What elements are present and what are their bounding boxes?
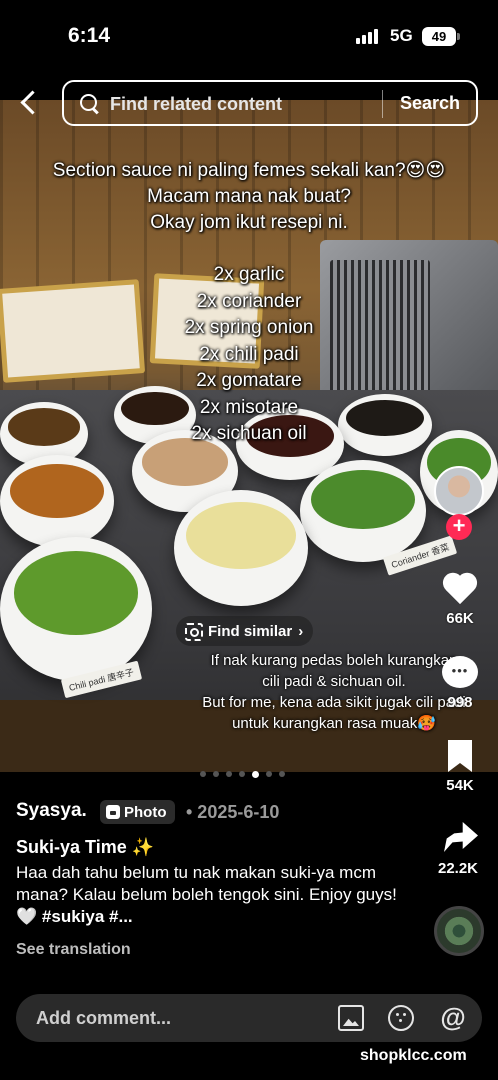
search-input[interactable]	[110, 92, 370, 116]
sauce-bowl	[300, 460, 426, 562]
share-icon[interactable]	[440, 820, 480, 856]
battery-icon: 49	[422, 27, 456, 46]
recipe-item: 2x sichuan oil	[191, 423, 307, 444]
sauce-bowl	[0, 455, 114, 547]
like-count: 66K	[446, 610, 474, 627]
recipe-item: 2x gomatare	[196, 370, 302, 391]
overlay-line: Section sauce ni paling femes sekali kan…	[52, 160, 446, 181]
carousel-dot	[226, 771, 232, 777]
sauce-bowl	[0, 537, 152, 681]
mention-icon[interactable]: @	[440, 1004, 466, 1031]
share-count: 22.2K	[437, 860, 479, 877]
search-bar[interactable]: Search	[62, 80, 478, 126]
comment-count: 998	[447, 694, 473, 711]
carousel-dot-active	[252, 770, 259, 778]
carousel-dot	[266, 771, 272, 777]
post-description[interactable]: Haa dah tahu belum tu nak makan suki-ya …	[16, 862, 416, 928]
note-line: cili padi & sichuan oil.	[262, 673, 406, 690]
photo-icon	[106, 805, 120, 819]
see-translation-link[interactable]: See translation	[16, 941, 131, 959]
carousel-indicator	[200, 770, 285, 778]
search-icon	[78, 92, 100, 114]
save-count: 54K	[446, 777, 474, 794]
post-type-label: Photo	[124, 803, 167, 821]
carousel-dot	[239, 771, 245, 777]
back-arrow-icon[interactable]	[18, 90, 42, 114]
post-title: Suki-ya Time ✨	[16, 837, 155, 857]
comment-input[interactable]	[36, 1006, 316, 1030]
chevron-right-icon: ›	[298, 622, 304, 640]
music-disc-icon[interactable]	[434, 906, 484, 956]
carousel-dot	[213, 771, 219, 777]
note-line: If nak kurang pedas boleh kurangkan	[210, 652, 458, 669]
find-similar-label: Find similar	[208, 622, 293, 640]
find-similar-button[interactable]: Find similar ›	[176, 616, 314, 646]
recipe-item: 2x spring onion	[184, 317, 314, 338]
signal-icon	[356, 28, 382, 44]
search-button[interactable]: Search	[390, 88, 470, 118]
overlay-note-text: If nak kurang pedas boleh kurangkan cili…	[184, 650, 484, 734]
network-type: 5G	[390, 26, 413, 45]
overlay-intro-text: Section sauce ni paling femes sekali kan…	[10, 158, 488, 236]
carousel-dot	[200, 771, 206, 777]
author-avatar[interactable]	[434, 466, 484, 516]
comment-icon[interactable]	[440, 656, 480, 692]
overlay-line: Okay jom ikut resepi ni.	[150, 212, 348, 233]
status-time: 6:14	[68, 24, 111, 47]
recipe-item: 2x chili padi	[199, 343, 299, 365]
scan-icon	[184, 622, 203, 641]
heart-icon[interactable]	[440, 572, 480, 608]
recipe-item: 2x misotare	[199, 396, 299, 418]
post-date: • 2025-6-10	[186, 802, 280, 822]
recipe-item: 2x coriander	[196, 290, 302, 312]
image-icon[interactable]	[338, 1005, 364, 1031]
watermark-text: shopklcc.com	[360, 1047, 467, 1064]
search-divider	[382, 90, 383, 118]
status-bar: 6:14 5G 49	[0, 0, 498, 72]
bookmark-icon[interactable]	[440, 740, 480, 776]
overlay-recipe-list: 2x garlic 2x coriander 2x spring onion 2…	[10, 262, 488, 448]
emoji-icon[interactable]	[388, 1005, 414, 1031]
recipe-item: 2x garlic	[213, 264, 285, 285]
battery-nub	[457, 33, 460, 40]
post-hashtags[interactable]: #sukiya #...	[42, 907, 133, 926]
comment-bar: @	[16, 994, 482, 1042]
sauce-bowl	[174, 490, 308, 606]
carousel-dot	[279, 771, 285, 777]
author-name[interactable]: Syasya.	[16, 800, 87, 822]
overlay-line: Macam mana nak buat?	[147, 186, 351, 207]
post-type-badge: Photo	[100, 800, 175, 824]
note-line: untuk kurangkan rasa muak🥵	[232, 715, 436, 732]
follow-plus-button[interactable]: +	[446, 514, 472, 540]
